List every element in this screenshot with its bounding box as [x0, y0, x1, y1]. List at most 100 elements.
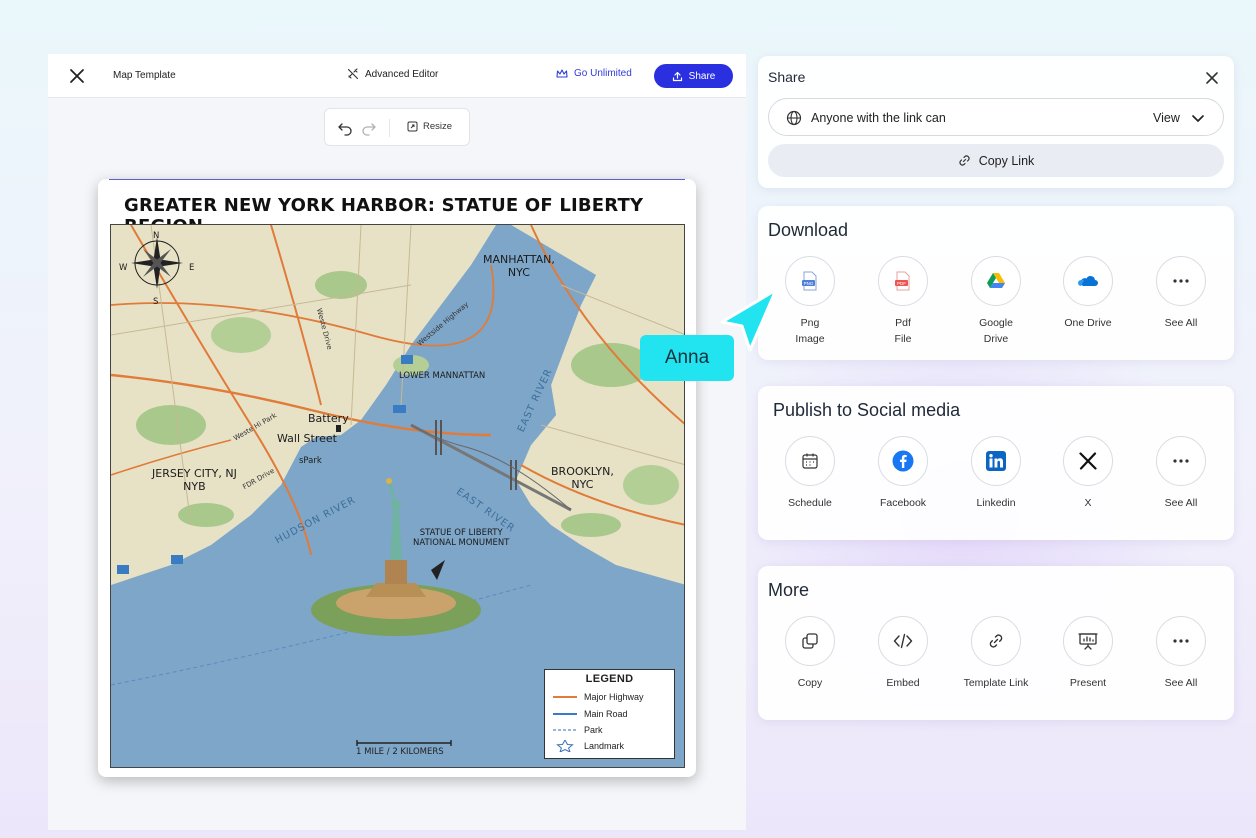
png-file-icon: PNG	[802, 271, 817, 291]
link-access-text: Anyone with the link can	[811, 111, 946, 125]
social-see-all-button[interactable]: See All	[1141, 436, 1221, 511]
present-button[interactable]: Present	[1048, 616, 1128, 691]
selection-guide-line	[109, 179, 685, 180]
option-label: Copy	[797, 677, 823, 689]
more-title: More	[768, 580, 810, 600]
copy-link-label: Copy Link	[978, 153, 1035, 168]
go-unlimited-label: Go Unlimited	[574, 68, 632, 79]
pdf-file-icon: PDF	[895, 271, 910, 291]
social-media-panel: Publish to Social media Schedule Faceboo…	[758, 386, 1234, 540]
onedrive-button[interactable]: One Drive	[1048, 256, 1128, 331]
chevron-down-icon	[1192, 115, 1204, 122]
resize-label: Resize	[423, 121, 453, 132]
toolbar-divider	[389, 119, 390, 137]
label-jersey-city: JERSEY CITY, NJ NYB	[152, 467, 237, 493]
more-see-all-button[interactable]: See All	[1141, 616, 1221, 691]
facebook-icon	[892, 450, 914, 472]
option-label: Pdf File	[894, 317, 912, 345]
svg-text:PDF: PDF	[897, 281, 906, 286]
scale-bar-graphic	[356, 740, 452, 746]
linkedin-button[interactable]: Linkedin	[956, 436, 1036, 511]
document-title: Map Template	[113, 70, 176, 81]
label-park: sPark	[299, 456, 322, 466]
advanced-editor-button[interactable]: Advanced Editor	[347, 68, 438, 80]
option-label: Png Image	[795, 317, 825, 345]
copy-icon	[802, 633, 818, 649]
more-dots-icon	[1173, 639, 1189, 643]
map-legend: LEGEND Major Highway Main Road Park Land…	[544, 669, 675, 759]
legend-park-swatch	[553, 729, 577, 731]
share-panel: Share Anyone with the link can View Copy…	[758, 56, 1234, 188]
canvas-toolbar: Resize	[324, 108, 470, 146]
resize-button[interactable]: Resize	[407, 121, 452, 132]
editor-window: Map Template Advanced Editor Go Unlimite…	[48, 54, 746, 830]
map-template-canvas[interactable]: GREATER NEW YORK HARBOR: STATUE OF LIBER…	[98, 179, 696, 777]
facebook-button[interactable]: Facebook	[863, 436, 943, 511]
download-title: Download	[768, 220, 849, 240]
linkedin-icon	[986, 451, 1006, 471]
undo-icon[interactable]	[337, 120, 353, 136]
scale-bar-label: 1 MILE / 2 KILOMERS	[356, 747, 444, 757]
option-label: Embed	[886, 677, 920, 689]
share-panel-title: Share	[768, 69, 806, 85]
option-label: Google Drive	[979, 317, 1013, 345]
option-label: Schedule	[788, 497, 832, 509]
legend-road-swatch	[553, 713, 577, 715]
legend-row-landmark: Landmark	[553, 740, 624, 752]
option-label: X	[1084, 497, 1092, 509]
x-logo-icon	[1079, 452, 1097, 470]
x-button[interactable]: X	[1048, 436, 1128, 511]
more-dots-icon	[1173, 459, 1189, 463]
onedrive-icon	[1078, 276, 1098, 286]
link-access-level: View	[1153, 111, 1180, 125]
resize-icon	[407, 121, 418, 132]
code-icon	[893, 633, 913, 649]
more-dots-icon	[1173, 279, 1189, 283]
more-panel: More Copy Embed Template Link Present Se…	[758, 566, 1234, 720]
legend-label: Major Highway	[584, 692, 644, 702]
upload-icon	[672, 71, 682, 81]
close-icon[interactable]	[68, 67, 86, 85]
svg-text:PNG: PNG	[804, 281, 814, 286]
download-png-button[interactable]: PNG Png Image	[770, 256, 850, 347]
copy-link-button[interactable]: Copy Link	[768, 144, 1224, 177]
option-label: Template Link	[963, 677, 1029, 689]
share-button[interactable]: Share	[654, 64, 733, 88]
option-label: Present	[1069, 677, 1107, 689]
redo-icon[interactable]	[361, 120, 377, 136]
download-panel: Download PNG Png Image PDF Pdf File Goog…	[758, 206, 1234, 360]
go-unlimited-button[interactable]: Go Unlimited	[556, 68, 632, 79]
download-pdf-button[interactable]: PDF Pdf File	[863, 256, 943, 347]
legend-label: Main Road	[584, 709, 628, 719]
option-label: One Drive	[1064, 317, 1112, 329]
label-brooklyn: BROOKLYN, NYC	[551, 465, 614, 491]
compass-north: N	[153, 231, 160, 241]
template-link-button[interactable]: Template Link	[956, 616, 1036, 691]
compass-west: W	[119, 263, 128, 273]
collaborator-name-tag: Anna	[640, 335, 734, 381]
legend-label: Landmark	[584, 741, 625, 751]
crown-icon	[556, 68, 568, 78]
copy-button[interactable]: Copy	[770, 616, 850, 691]
close-icon[interactable]	[1204, 70, 1220, 86]
harbor-map: N S E W MANHATTAN, NYC LOWER MANNATTAN B…	[110, 224, 685, 768]
calendar-icon	[802, 453, 818, 469]
share-button-label: Share	[688, 70, 716, 82]
tools-icon	[347, 68, 359, 80]
advanced-editor-label: Advanced Editor	[365, 68, 439, 80]
link-access-dropdown[interactable]: Anyone with the link can View	[768, 98, 1224, 136]
legend-row-highway: Major Highway	[553, 692, 644, 702]
google-drive-button[interactable]: Google Drive	[956, 256, 1036, 347]
social-title: Publish to Social media	[773, 400, 961, 420]
label-wall-street: Wall Street	[277, 432, 337, 445]
schedule-button[interactable]: Schedule	[770, 436, 850, 511]
legend-row-road: Main Road	[553, 709, 628, 719]
option-label: See All	[1164, 317, 1198, 329]
legend-title: LEGEND	[585, 673, 634, 685]
download-see-all-button[interactable]: See All	[1141, 256, 1221, 331]
legend-label: Park	[584, 725, 603, 735]
label-statue: STATUE OF LIBERTY NATIONAL MONUMENT	[413, 528, 510, 548]
embed-button[interactable]: Embed	[863, 616, 943, 691]
scale-bar: 1 MILE / 2 KILOMERS	[356, 739, 452, 757]
option-label: Facebook	[879, 497, 927, 509]
